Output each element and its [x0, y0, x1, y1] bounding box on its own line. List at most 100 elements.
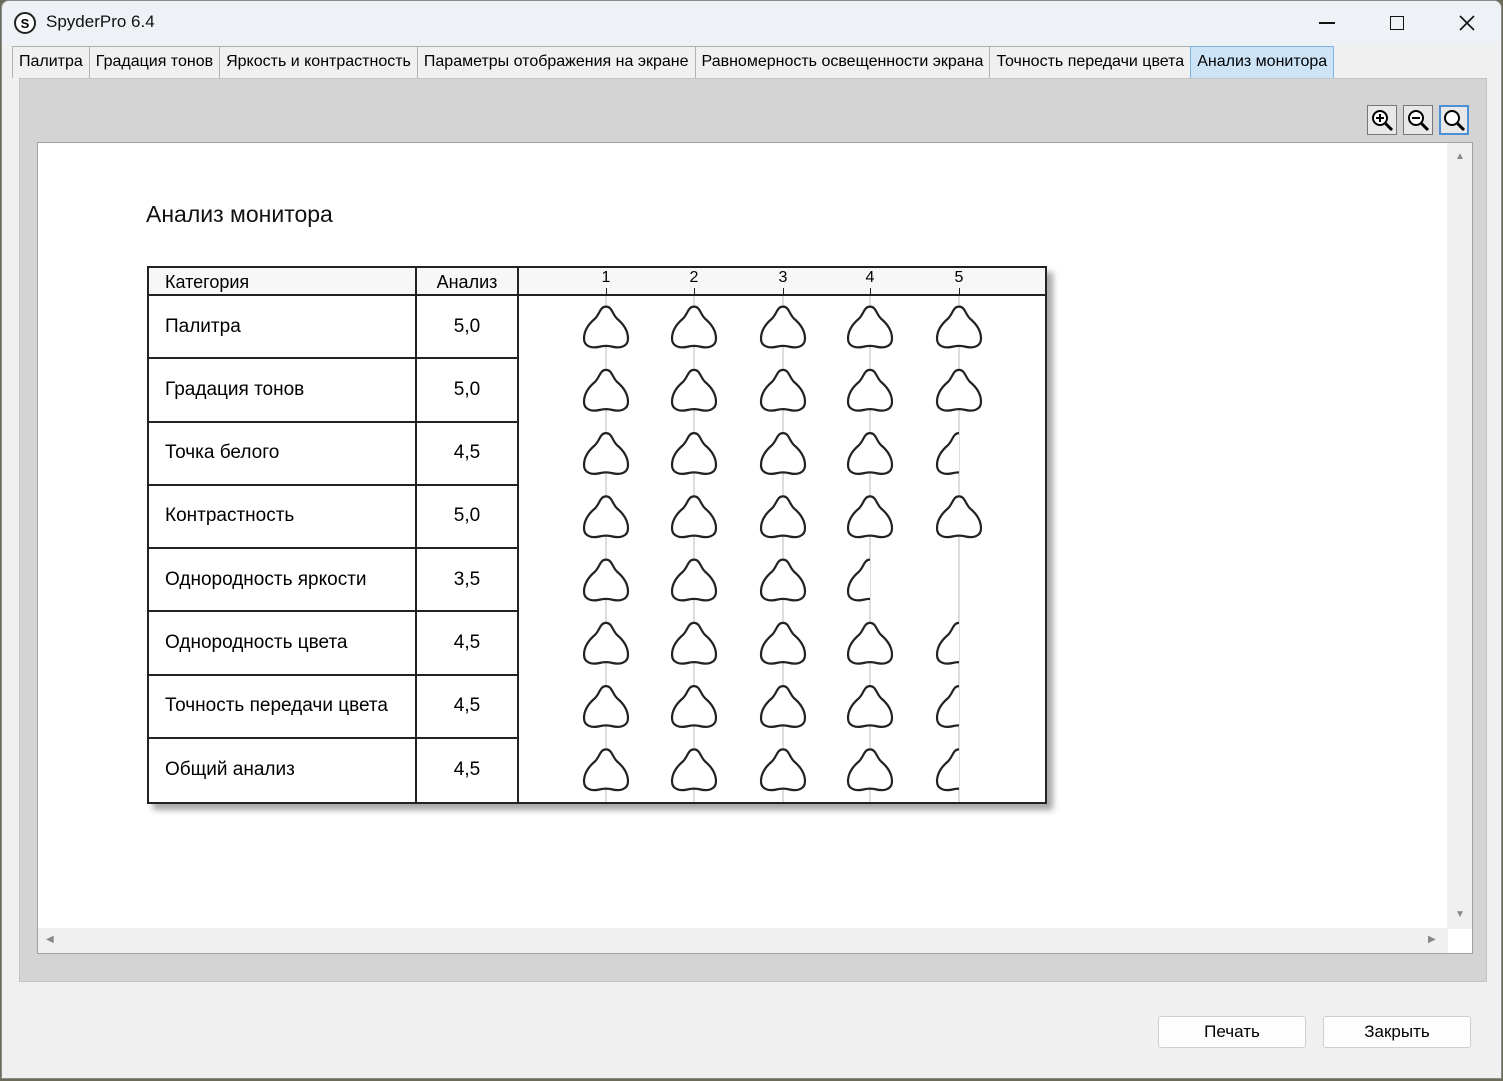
rating-mark	[846, 368, 894, 412]
rating-mark	[670, 558, 718, 602]
rating-mark	[670, 495, 718, 539]
maximize-icon	[1390, 16, 1404, 30]
rating-mark	[582, 558, 630, 602]
row-category: Контрастность	[149, 485, 417, 549]
row-score: 5,0	[417, 296, 519, 360]
scale-label: 1	[601, 269, 611, 286]
tab-monitor-analysis[interactable]: Анализ монитора	[1190, 46, 1335, 78]
rating-mark	[759, 305, 807, 349]
rating-mark	[582, 368, 630, 412]
zoom-out-button[interactable]	[1403, 105, 1433, 135]
rating-mark	[759, 432, 807, 475]
scroll-up-icon[interactable]: ▲	[1455, 151, 1465, 162]
minimize-button[interactable]	[1292, 1, 1362, 45]
header-category: Категория	[149, 268, 417, 296]
rating-mark	[670, 748, 718, 792]
scroll-left-icon[interactable]: ◀	[46, 934, 54, 945]
scale-tick	[606, 288, 607, 296]
scale-tick	[959, 288, 960, 296]
window-title: SpyderPro 6.4	[46, 12, 155, 31]
rating-mark	[935, 368, 983, 412]
zoom-in-icon	[1372, 110, 1394, 132]
rating-mark	[759, 621, 807, 665]
row-score: 3,5	[417, 549, 519, 613]
row-category: Градация тонов	[149, 359, 417, 423]
scale-label: 5	[954, 269, 964, 286]
scale-label: 3	[778, 269, 788, 286]
rating-mark	[759, 495, 807, 539]
zoom-fit-button[interactable]	[1439, 105, 1469, 135]
print-button[interactable]: Печать	[1158, 1016, 1306, 1048]
rating-mark	[670, 368, 718, 412]
scale-tick	[870, 288, 871, 296]
row-score: 4,5	[417, 675, 519, 739]
rating-mark	[759, 685, 807, 728]
rating-mark	[846, 685, 894, 728]
vertical-scrollbar[interactable]: ▲ ▼	[1447, 143, 1472, 929]
rating-mark	[582, 432, 630, 475]
title-bar: S SpyderPro 6.4	[2, 1, 1501, 45]
rating-mark	[670, 685, 718, 728]
close-window-button[interactable]	[1432, 1, 1501, 45]
rating-mark-half	[935, 685, 959, 728]
header-score: Анализ	[417, 268, 519, 296]
rating-mark	[759, 748, 807, 792]
rating-mark	[846, 432, 894, 475]
rating-mark	[846, 495, 894, 539]
tab-color-accuracy[interactable]: Точность передачи цвета	[989, 46, 1192, 78]
rating-mark	[846, 305, 894, 349]
rating-mark	[670, 305, 718, 349]
tab-strip: Палитра Градация тонов Яркость и контрас…	[12, 46, 1335, 78]
spyder-logo-icon: S	[14, 12, 36, 34]
tab-brightness-contrast[interactable]: Яркость и контрастность	[219, 46, 418, 78]
row-category: Однородность яркости	[149, 549, 417, 613]
header-scale: 1 2 3 4 5	[519, 268, 1045, 296]
app-window: S SpyderPro 6.4 Палитра Градация тонов Я…	[1, 0, 1502, 1079]
row-category: Общий анализ	[149, 738, 417, 802]
rating-chart	[582, 296, 983, 802]
scroll-right-icon[interactable]: ▶	[1428, 934, 1436, 945]
rating-mark	[759, 368, 807, 412]
rating-mark	[582, 305, 630, 349]
close-button[interactable]: Закрыть	[1323, 1016, 1471, 1048]
row-category: Точность передачи цвета	[149, 675, 417, 739]
rating-mark-half	[846, 558, 870, 602]
row-category: Точка белого	[149, 422, 417, 486]
row-score: 4,5	[417, 738, 519, 802]
row-score: 4,5	[417, 612, 519, 676]
report-title: Анализ монитора	[146, 201, 333, 227]
rating-mark	[846, 748, 894, 792]
rating-mark	[935, 305, 983, 349]
minimize-icon	[1319, 22, 1335, 24]
rating-mark	[582, 748, 630, 792]
maximize-button[interactable]	[1362, 1, 1432, 45]
rating-mark-half	[935, 432, 959, 475]
scale-label: 4	[865, 269, 875, 286]
zoom-fit-icon	[1444, 110, 1466, 132]
row-score: 5,0	[417, 359, 519, 423]
rating-mark	[846, 621, 894, 665]
row-score: 4,5	[417, 422, 519, 486]
rating-mark	[670, 432, 718, 475]
rating-mark	[935, 495, 983, 539]
rating-mark	[582, 495, 630, 539]
tab-palette[interactable]: Палитра	[12, 46, 90, 78]
rating-mark-half	[935, 748, 959, 792]
tab-screen-uniformity[interactable]: Равномерность освещенности экрана	[694, 46, 991, 78]
rating-mark	[670, 621, 718, 665]
zoom-out-icon	[1408, 110, 1430, 132]
close-icon	[1459, 15, 1475, 31]
horizontal-scrollbar[interactable]: ◀ ▶	[38, 928, 1448, 953]
scale-tick	[694, 288, 695, 296]
scroll-down-icon[interactable]: ▼	[1455, 909, 1465, 920]
tab-display-parameters[interactable]: Параметры отображения на экране	[416, 46, 696, 78]
zoom-in-button[interactable]	[1367, 105, 1397, 135]
scale-label: 2	[689, 269, 699, 286]
tab-tone-gradation[interactable]: Градация тонов	[88, 46, 221, 78]
row-score: 5,0	[417, 485, 519, 549]
rating-mark	[582, 685, 630, 728]
report-viewer[interactable]: Анализ монитора Категория Анализ 1 2 3 4 5 П…	[37, 142, 1473, 954]
row-category: Однородность цвета	[149, 612, 417, 676]
row-category: Палитра	[149, 296, 417, 360]
rating-mark	[582, 621, 630, 665]
